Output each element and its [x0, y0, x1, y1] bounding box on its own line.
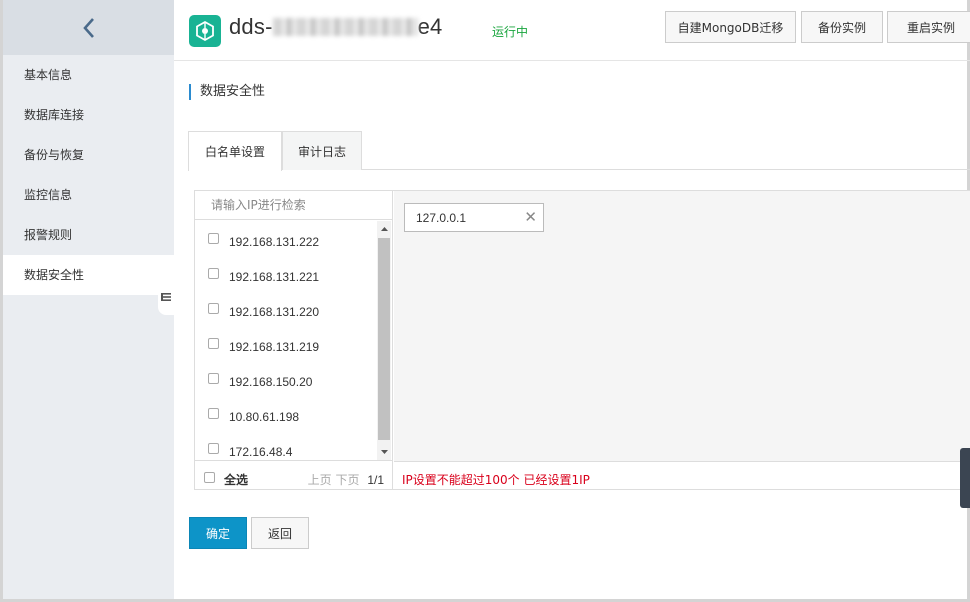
sidebar-item-label: 监控信息: [24, 188, 73, 202]
list-collapse-icon: [161, 293, 171, 301]
ip-checkbox[interactable]: [208, 268, 219, 279]
backup-instance-button[interactable]: 备份实例: [801, 11, 883, 43]
checkbox[interactable]: [204, 472, 215, 483]
list-scrollbar[interactable]: [377, 221, 391, 460]
ip-address: 10.80.61.198: [229, 409, 300, 424]
sidebar: 基本信息 数据库连接 备份与恢复 监控信息 报警规则 数据安全性: [3, 0, 174, 599]
scroll-up-arrow-icon[interactable]: [377, 221, 391, 237]
ip-address: 172.16.48.4: [229, 444, 293, 459]
redacted-instance-id: [272, 18, 418, 36]
chevron-left-icon: [82, 17, 94, 38]
ip-address: 192.168.131.220: [229, 304, 320, 319]
mongodb-instance-icon: [196, 20, 214, 42]
list-item[interactable]: 192.168.131.220: [195, 291, 377, 326]
restart-instance-button[interactable]: 重启实例: [887, 11, 970, 43]
back-button[interactable]: [3, 0, 174, 55]
instance-name: dds-e4: [229, 14, 442, 40]
selected-ip-footer: IP设置不能超过100个 已经设置1IP: [394, 461, 970, 489]
candidate-list-footer: 全选 上页 下页 1/1: [195, 460, 393, 489]
scroll-down-arrow-icon[interactable]: [377, 444, 391, 460]
ip-checkbox[interactable]: [208, 338, 219, 349]
list-item[interactable]: 192.168.131.221: [195, 256, 377, 291]
confirm-button[interactable]: 确定: [189, 517, 247, 549]
ip-address: 192.168.150.20: [229, 374, 313, 389]
sidebar-item-backup-restore[interactable]: 备份与恢复: [3, 135, 174, 175]
sidebar-item-label: 基本信息: [24, 68, 73, 82]
candidate-ip-list: 192.168.131.222 192.168.131.221 192.168.…: [195, 221, 377, 460]
sidebar-item-label: 备份与恢复: [24, 148, 85, 162]
list-item[interactable]: 172.16.48.4: [195, 431, 377, 460]
status-badge: 运行中: [492, 25, 529, 39]
instance-name-suffix: e4: [417, 14, 443, 39]
floating-side-tab[interactable]: [960, 448, 970, 508]
list-item[interactable]: 192.168.150.20: [195, 361, 377, 396]
next-page-link[interactable]: 下页: [335, 473, 359, 487]
ip-checkbox[interactable]: [208, 408, 219, 419]
sidebar-item-monitoring[interactable]: 监控信息: [3, 175, 174, 215]
tab-bar: 白名单设置 审计日志: [188, 131, 970, 171]
ip-checkbox[interactable]: [208, 443, 219, 454]
instance-logo: [189, 15, 221, 47]
sidebar-item-label: 数据安全性: [24, 268, 85, 282]
ip-checkbox[interactable]: [208, 233, 219, 244]
prev-page-link[interactable]: 上页: [308, 473, 332, 487]
sidebar-nav: 基本信息 数据库连接 备份与恢复 监控信息 报警规则 数据安全性: [3, 55, 174, 295]
ip-address: 192.168.131.221: [229, 269, 320, 284]
list-item[interactable]: 192.168.131.219: [195, 326, 377, 361]
section-title: 数据安全性: [189, 84, 265, 100]
candidate-ip-column: 192.168.131.222 192.168.131.221 192.168.…: [195, 191, 393, 489]
instance-header: dds-e4 运行中 自建MongoDB迁移 备份实例 重启实例: [174, 0, 970, 61]
whitelist-panel: 192.168.131.222 192.168.131.221 192.168.…: [194, 190, 970, 490]
sidebar-item-db-connection[interactable]: 数据库连接: [3, 95, 174, 135]
sidebar-item-alert-rules[interactable]: 报警规则: [3, 215, 174, 255]
select-all-checkbox[interactable]: 全选: [204, 469, 249, 487]
mongodb-migration-button[interactable]: 自建MongoDB迁移: [665, 11, 796, 43]
list-item[interactable]: 10.80.61.198: [195, 396, 377, 431]
close-icon[interactable]: ✕: [524, 209, 537, 226]
ip-checkbox[interactable]: [208, 373, 219, 384]
selected-ip-area: 127.0.0.1 ✕: [394, 191, 970, 461]
selected-ip-chip: 127.0.0.1 ✕: [404, 203, 544, 232]
ip-limit-warning: IP设置不能超过100个 已经设置1IP: [402, 473, 590, 487]
ip-search: [195, 191, 393, 220]
sidebar-item-label: 报警规则: [24, 228, 73, 242]
page-indicator: 1/1: [367, 473, 384, 487]
ip-address: 192.168.131.219: [229, 339, 320, 354]
back-button-footer[interactable]: 返回: [251, 517, 309, 549]
list-item[interactable]: 192.168.131.222: [195, 221, 377, 256]
instance-name-prefix: dds-: [229, 14, 273, 39]
ip-address: 192.168.131.222: [229, 234, 320, 249]
tab-whitelist[interactable]: 白名单设置: [188, 131, 282, 171]
ip-checkbox[interactable]: [208, 303, 219, 314]
sidebar-item-label: 数据库连接: [24, 108, 85, 122]
select-all-label: 全选: [224, 473, 249, 487]
selected-ip-value: 127.0.0.1: [416, 210, 467, 225]
sidebar-item-data-security[interactable]: 数据安全性: [3, 255, 174, 295]
ip-search-input[interactable]: [195, 191, 393, 219]
tab-audit-log[interactable]: 审计日志: [282, 131, 362, 170]
pagination: 上页 下页 1/1: [308, 471, 384, 488]
scrollbar-thumb[interactable]: [378, 238, 390, 440]
sidebar-collapse-handle[interactable]: [158, 279, 174, 315]
sidebar-item-basic-info[interactable]: 基本信息: [3, 55, 174, 95]
